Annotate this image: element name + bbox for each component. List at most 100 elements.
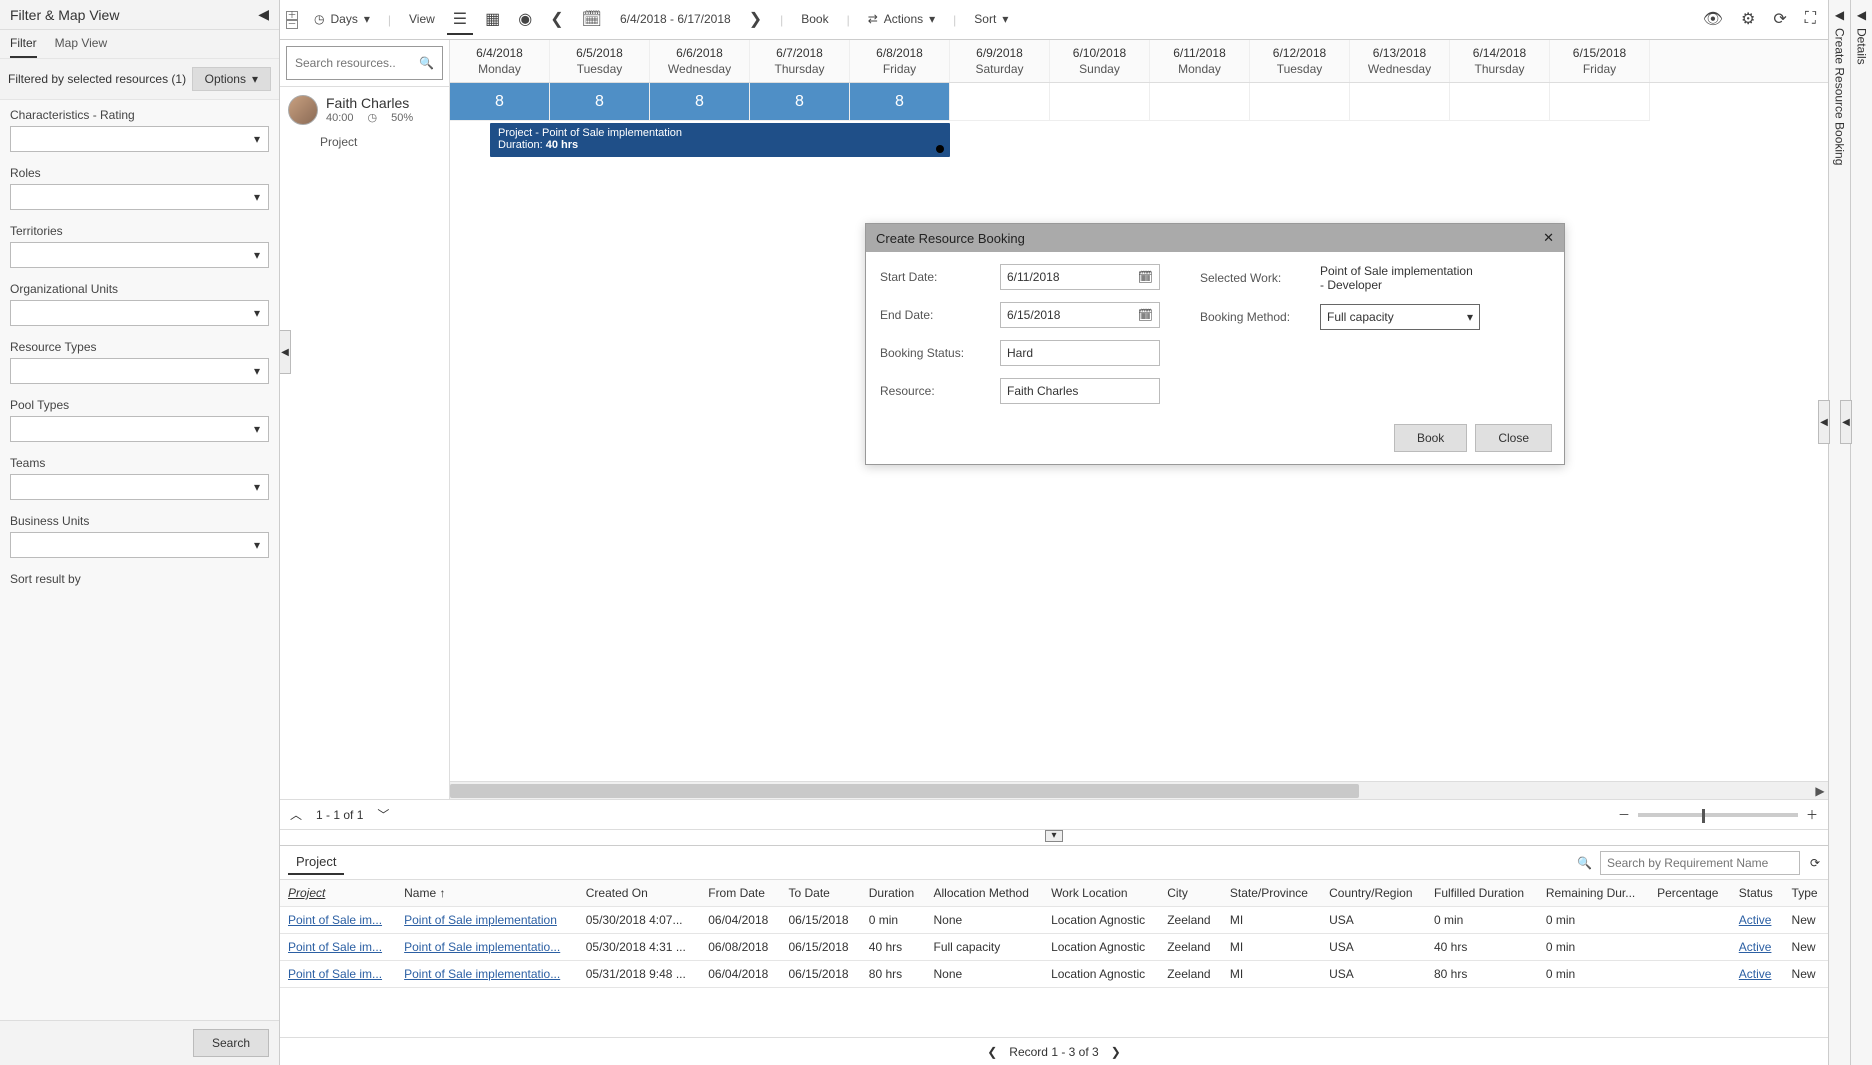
collapse-create-icon[interactable]: ◀	[1835, 8, 1844, 22]
zoom-thumb[interactable]	[1702, 809, 1705, 823]
scroll-thumb[interactable]	[450, 784, 1359, 798]
collapse-details-icon[interactable]: ◀	[1857, 8, 1866, 22]
dialog-book-button[interactable]: Book	[1394, 424, 1467, 452]
capacity-cell[interactable]	[1550, 83, 1650, 121]
expand-left-handle[interactable]: ◀	[280, 330, 291, 374]
expand-create-handle[interactable]: ◀	[1818, 400, 1830, 444]
time-scale-button[interactable]: ◷Days▾	[308, 8, 376, 32]
close-icon[interactable]: ✕	[1543, 230, 1554, 246]
task-bar[interactable]: Project - Point of Sale implementation D…	[490, 123, 950, 157]
zoom-in-icon[interactable]: ＋	[1806, 806, 1818, 823]
capacity-cell[interactable]: 8	[450, 83, 550, 121]
page-down-icon[interactable]: ﹀	[377, 806, 389, 823]
calendar-icon[interactable]: 🗓	[1138, 270, 1153, 284]
collapse-left-icon[interactable]: ◀	[258, 6, 269, 23]
dialog-close-button[interactable]: Close	[1475, 424, 1552, 452]
table-row[interactable]: Point of Sale im...Point of Sale impleme…	[280, 934, 1828, 961]
dd-roles[interactable]: ▾	[10, 184, 269, 210]
col-header[interactable]: Country/Region	[1321, 880, 1426, 907]
actions-button[interactable]: ⇄Actions▾	[862, 8, 941, 32]
next-range-icon[interactable]: ❯	[743, 5, 768, 35]
create-booking-panel[interactable]: Create Resource Booking	[1833, 28, 1847, 165]
resource-input[interactable]: Faith Charles	[1000, 378, 1160, 404]
tab-filter[interactable]: Filter	[10, 36, 37, 58]
cell-status[interactable]: Active	[1731, 934, 1784, 961]
expand-details-handle[interactable]: ◀	[1840, 400, 1852, 444]
page-up-icon[interactable]: ︿	[290, 806, 302, 823]
refresh-icon[interactable]: ⟳	[1810, 856, 1820, 870]
tab-project[interactable]: Project	[288, 850, 344, 875]
col-header[interactable]: Fulfilled Duration	[1426, 880, 1538, 907]
booking-method-select[interactable]: Full capacity▾	[1320, 304, 1480, 330]
splitter-handle[interactable]: ▾	[1045, 830, 1063, 842]
col-header[interactable]: Type	[1784, 880, 1828, 907]
details-panel[interactable]: Details	[1855, 28, 1869, 65]
eye-icon[interactable]: 👁	[1697, 5, 1729, 35]
zoom-out-icon[interactable]: －	[1618, 806, 1630, 823]
dd-restypes[interactable]: ▾	[10, 358, 269, 384]
capacity-cell[interactable]	[950, 83, 1050, 121]
capacity-cell[interactable]	[1350, 83, 1450, 121]
col-header[interactable]: To Date	[781, 880, 861, 907]
pager-prev-icon[interactable]: ❮	[987, 1045, 997, 1059]
pager-next-icon[interactable]: ❯	[1111, 1045, 1121, 1059]
dd-teams[interactable]: ▾	[10, 474, 269, 500]
requirement-search-input[interactable]	[1600, 851, 1800, 875]
horizontal-scrollbar[interactable]: ◀ ▶	[450, 781, 1828, 799]
start-date-input[interactable]: 6/11/2018🗓	[1000, 264, 1160, 290]
search-icon[interactable]: 🔍	[419, 56, 434, 70]
grid-view-icon[interactable]: ▦	[479, 5, 506, 35]
capacity-cell[interactable]: 8	[850, 83, 950, 121]
dd-orgunits[interactable]: ▾	[10, 300, 269, 326]
scroll-right-icon[interactable]: ▶	[1812, 782, 1828, 799]
capacity-cell[interactable]: 8	[750, 83, 850, 121]
cell-name[interactable]: Point of Sale implementation	[396, 907, 578, 934]
capacity-cell[interactable]	[1150, 83, 1250, 121]
dd-business-units[interactable]: ▾	[10, 532, 269, 558]
resource-search-input[interactable]	[295, 56, 395, 70]
resource-row[interactable]: Faith Charles 40:00 ◷ 50%	[280, 87, 449, 133]
calendar-icon[interactable]: 🗓	[576, 5, 608, 35]
search-icon[interactable]: 🔍	[1577, 856, 1592, 870]
refresh-icon[interactable]: ⟳	[1767, 5, 1792, 35]
fullscreen-icon[interactable]: ⛶	[1799, 6, 1822, 34]
col-header[interactable]: Created On	[578, 880, 701, 907]
capacity-cell[interactable]	[1250, 83, 1350, 121]
zoom-control[interactable]: － ＋	[1618, 806, 1818, 823]
gear-icon[interactable]: ⚙	[1735, 5, 1761, 35]
booking-status-input[interactable]: Hard	[1000, 340, 1160, 366]
end-date-input[interactable]: 6/15/2018🗓	[1000, 302, 1160, 328]
col-header[interactable]: State/Province	[1222, 880, 1321, 907]
table-row[interactable]: Point of Sale im...Point of Sale impleme…	[280, 907, 1828, 934]
dd-territories[interactable]: ▾	[10, 242, 269, 268]
cell-proj[interactable]: Point of Sale im...	[280, 907, 396, 934]
resource-search[interactable]: 🔍	[286, 46, 443, 80]
col-header[interactable]: From Date	[700, 880, 780, 907]
capacity-cell[interactable]: 8	[650, 83, 750, 121]
sort-button[interactable]: Sort▾	[968, 8, 1014, 32]
capacity-cell[interactable]	[1050, 83, 1150, 121]
capacity-cell[interactable]: 8	[550, 83, 650, 121]
capacity-cell[interactable]	[1450, 83, 1550, 121]
calendar-icon[interactable]: 🗓	[1138, 308, 1153, 322]
table-row[interactable]: Point of Sale im...Point of Sale impleme…	[280, 961, 1828, 988]
dd-characteristics[interactable]: ▾	[10, 126, 269, 152]
cell-proj[interactable]: Point of Sale im...	[280, 934, 396, 961]
cell-proj[interactable]: Point of Sale im...	[280, 961, 396, 988]
col-header[interactable]: Allocation Method	[926, 880, 1044, 907]
list-view-icon[interactable]: ☰	[447, 5, 473, 35]
col-header[interactable]: Status	[1731, 880, 1784, 907]
cell-status[interactable]: Active	[1731, 961, 1784, 988]
tab-mapview[interactable]: Map View	[55, 36, 107, 58]
globe-view-icon[interactable]: ◉	[512, 5, 538, 35]
cell-name[interactable]: Point of Sale implementatio...	[396, 934, 578, 961]
date-range[interactable]: 6/4/2018 - 6/17/2018	[614, 8, 737, 32]
col-header[interactable]: Project	[280, 880, 396, 907]
prev-range-icon[interactable]: ❮	[544, 5, 569, 35]
col-header[interactable]: City	[1159, 880, 1222, 907]
col-header[interactable]: Duration	[861, 880, 926, 907]
search-button[interactable]: Search	[193, 1029, 269, 1057]
col-header[interactable]: Name ↑	[396, 880, 578, 907]
options-button[interactable]: Options▾	[192, 67, 271, 91]
book-button[interactable]: Book	[795, 8, 834, 32]
